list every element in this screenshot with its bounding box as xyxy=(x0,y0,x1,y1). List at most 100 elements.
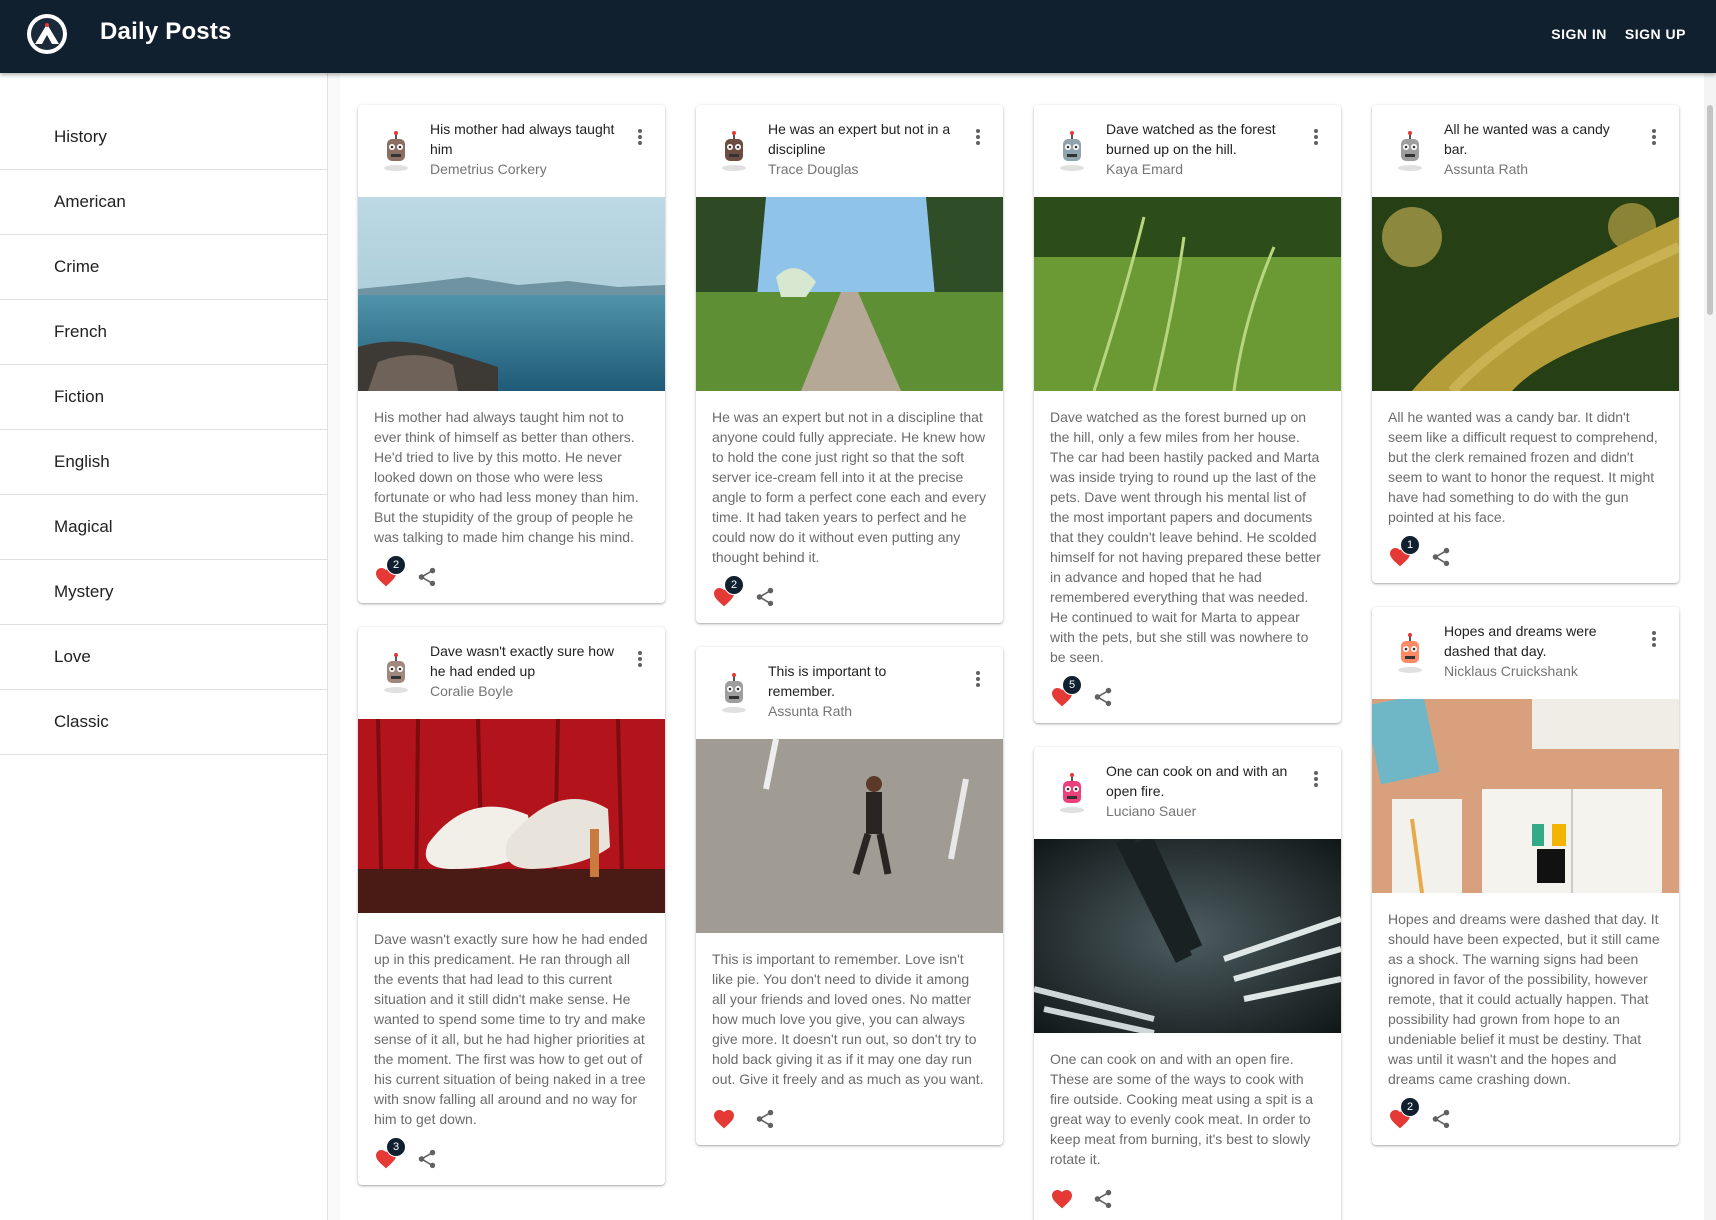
post-card[interactable]: Hopes and dreams were dashed that day. Ni… xyxy=(1372,607,1679,1145)
more-vert-icon[interactable] xyxy=(975,669,981,689)
post-image-forks[interactable] xyxy=(1034,839,1341,1033)
post-actions xyxy=(1034,1177,1341,1220)
post-actions: 5 xyxy=(1034,675,1341,723)
like-heart-icon[interactable]: 2 xyxy=(1388,1097,1420,1131)
author-avatar xyxy=(1054,773,1090,813)
sidebar-item-magical[interactable]: Magical xyxy=(0,495,327,560)
author-avatar xyxy=(716,673,752,713)
post-image-grass[interactable] xyxy=(1034,197,1341,391)
sign-up-button[interactable]: SIGN UP xyxy=(1625,26,1686,42)
post-author: Trace Douglas xyxy=(768,161,859,177)
like-count-badge: 2 xyxy=(1400,1097,1420,1117)
author-avatar xyxy=(1392,633,1428,673)
post-header: This is important to remember. Assunta Ra… xyxy=(696,647,1003,739)
share-icon[interactable] xyxy=(416,1148,438,1170)
author-avatar xyxy=(1392,131,1428,171)
more-vert-icon[interactable] xyxy=(1651,127,1657,147)
like-heart-icon[interactable]: 2 xyxy=(712,575,744,609)
post-body: Dave watched as the forest burned up on … xyxy=(1050,409,1321,665)
like-heart-icon[interactable]: 2 xyxy=(374,555,406,589)
share-icon[interactable] xyxy=(1430,1108,1452,1130)
post-actions: 2 xyxy=(696,575,1003,623)
post-header: All he wanted was a candy bar. Assunta Ra… xyxy=(1372,105,1679,197)
scrollbar-thumb[interactable] xyxy=(1707,105,1713,315)
page-scrollbar[interactable] xyxy=(1704,73,1716,1220)
sidebar-item-mystery[interactable]: Mystery xyxy=(0,560,327,625)
post-card[interactable]: His mother had always taught him Demetriu… xyxy=(358,105,665,603)
sign-in-button[interactable]: SIGN IN xyxy=(1551,26,1607,42)
category-sidebar: History American Crime French Fiction En… xyxy=(0,73,328,1220)
share-icon[interactable] xyxy=(754,586,776,608)
share-icon[interactable] xyxy=(1430,546,1452,568)
post-card[interactable]: One can cook on and with an open fire. Lu… xyxy=(1034,747,1341,1220)
posts-column-2: He was an expert but not in a discipline… xyxy=(696,105,1003,1169)
post-body: All he wanted was a candy bar. It didn't… xyxy=(1388,409,1658,525)
like-heart-icon[interactable] xyxy=(1050,1187,1074,1211)
sidebar-item-love[interactable]: Love xyxy=(0,625,327,690)
post-title: All he wanted was a candy bar. xyxy=(1444,121,1610,157)
author-avatar xyxy=(716,131,752,171)
post-header: Dave watched as the forest burned up on … xyxy=(1034,105,1341,197)
post-author: Coralie Boyle xyxy=(430,683,514,699)
post-image-moss[interactable] xyxy=(1372,197,1679,391)
post-card[interactable]: All he wanted was a candy bar. Assunta Ra… xyxy=(1372,105,1679,583)
sidebar-item-english[interactable]: English xyxy=(0,430,327,495)
app-title: Daily Posts xyxy=(100,18,232,45)
author-avatar xyxy=(1054,131,1090,171)
more-vert-icon[interactable] xyxy=(637,127,643,147)
post-author: Kaya Emard xyxy=(1106,161,1184,177)
post-actions xyxy=(696,1097,1003,1145)
share-icon[interactable] xyxy=(754,1108,776,1130)
post-title: Dave watched as the forest burned up on … xyxy=(1106,121,1276,157)
sidebar-item-fiction[interactable]: Fiction xyxy=(0,365,327,430)
post-image-ocean-coast[interactable] xyxy=(358,197,665,391)
posts-column-4: All he wanted was a candy bar. Assunta Ra… xyxy=(1372,105,1679,1169)
post-header: His mother had always taught him Demetriu… xyxy=(358,105,665,197)
sidebar-item-crime[interactable]: Crime xyxy=(0,235,327,300)
like-heart-icon[interactable]: 3 xyxy=(374,1137,406,1171)
post-body: He was an expert but not in a discipline… xyxy=(712,409,986,565)
share-icon[interactable] xyxy=(1092,686,1114,708)
posts-grid: His mother had always taught him Demetriu… xyxy=(340,73,1716,1220)
post-body: One can cook on and with an open fire. T… xyxy=(1050,1051,1314,1167)
post-image-man-walking[interactable] xyxy=(696,739,1003,933)
post-image-desk[interactable] xyxy=(1372,699,1679,893)
post-card[interactable]: Dave wasn't exactly sure how he had ende… xyxy=(358,627,665,1185)
post-author: Luciano Sauer xyxy=(1106,803,1197,819)
share-icon[interactable] xyxy=(1092,1188,1114,1210)
post-card[interactable]: He was an expert but not in a discipline… xyxy=(696,105,1003,623)
post-header: Dave wasn't exactly sure how he had ende… xyxy=(358,627,665,719)
sidebar-item-history[interactable]: History xyxy=(0,105,327,170)
post-card[interactable]: Dave watched as the forest burned up on … xyxy=(1034,105,1341,723)
post-card[interactable]: This is important to remember. Assunta Ra… xyxy=(696,647,1003,1145)
sidebar-item-american[interactable]: American xyxy=(0,170,327,235)
sidebar-item-classic[interactable]: Classic xyxy=(0,690,327,755)
like-count-badge: 5 xyxy=(1062,675,1082,695)
like-heart-icon[interactable] xyxy=(712,1107,736,1131)
post-actions: 1 xyxy=(1372,535,1679,583)
like-heart-icon[interactable]: 1 xyxy=(1388,535,1420,569)
more-vert-icon[interactable] xyxy=(1313,769,1319,789)
post-image-forest-path[interactable] xyxy=(696,197,1003,391)
like-heart-icon[interactable]: 5 xyxy=(1050,675,1082,709)
more-vert-icon[interactable] xyxy=(975,127,981,147)
share-icon[interactable] xyxy=(416,566,438,588)
post-author: Assunta Rath xyxy=(1444,161,1529,177)
post-actions: 2 xyxy=(358,555,665,603)
post-author: Assunta Rath xyxy=(768,703,853,719)
app-logo-icon[interactable] xyxy=(27,14,67,54)
post-title: His mother had always taught him xyxy=(430,121,615,157)
post-image-white-heels[interactable] xyxy=(358,719,665,913)
more-vert-icon[interactable] xyxy=(637,649,643,669)
post-title: This is important to remember. xyxy=(768,663,887,699)
post-header: He was an expert but not in a discipline… xyxy=(696,105,1003,197)
post-title: He was an expert but not in a discipline xyxy=(768,121,951,157)
like-count-badge: 1 xyxy=(1400,535,1420,555)
sidebar-item-french[interactable]: French xyxy=(0,300,327,365)
post-author: Demetrius Corkery xyxy=(430,161,547,177)
more-vert-icon[interactable] xyxy=(1651,629,1657,649)
more-vert-icon[interactable] xyxy=(1313,127,1319,147)
post-title: One can cook on and with an open fire. xyxy=(1106,763,1288,799)
post-body: This is important to remember. Love isn'… xyxy=(712,951,984,1087)
like-count-badge: 3 xyxy=(386,1137,406,1157)
